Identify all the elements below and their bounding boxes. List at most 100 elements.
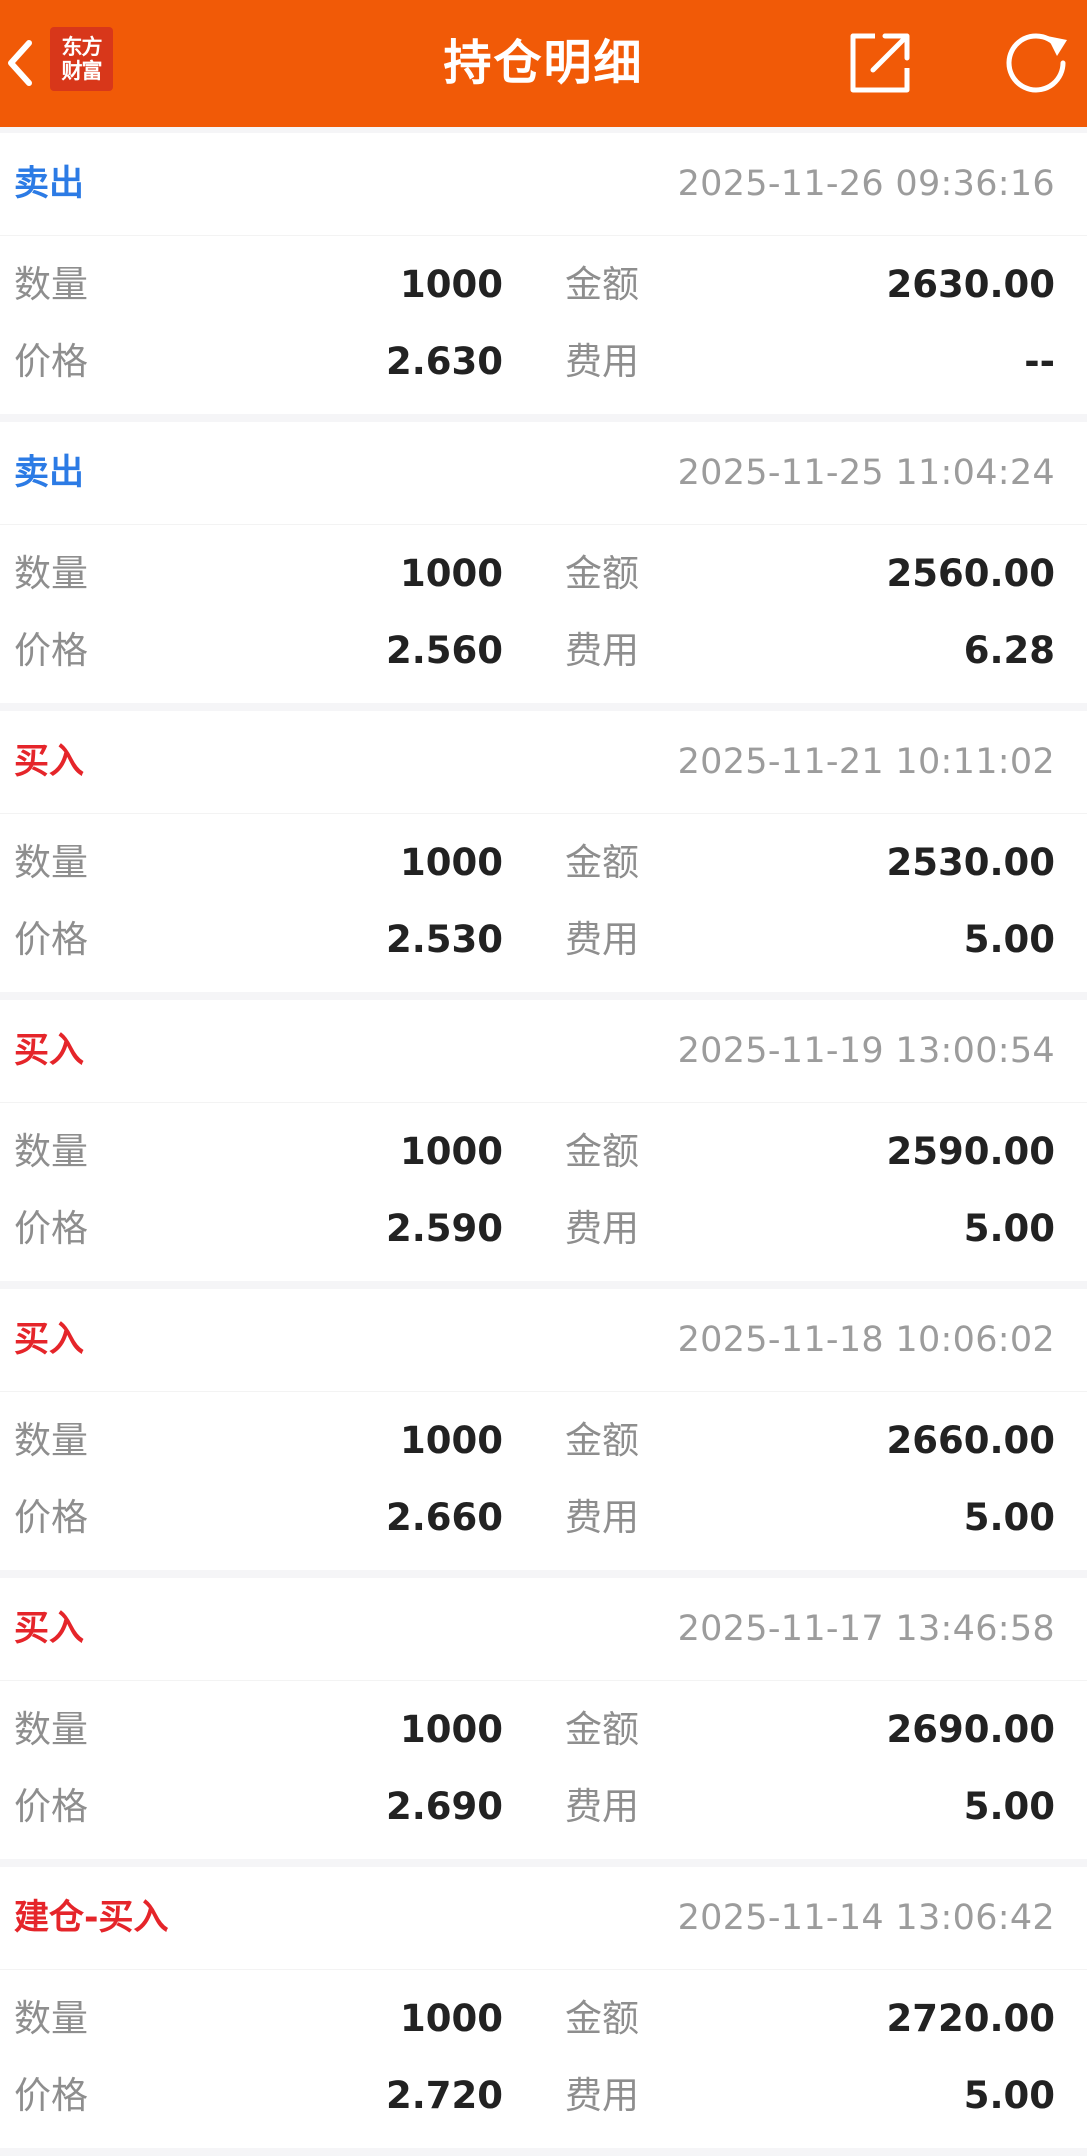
position-detail-list: 卖出 2025-11-26 09:36:16 数量 1000 金额 2630.0… <box>0 133 1087 2156</box>
record-row-price-fee: 价格 2.590 费用 5.00 <box>0 1191 1087 1267</box>
trade-time: 2025-11-18 10:06:02 <box>677 1320 1055 1360</box>
quantity-label: 数量 <box>14 1130 88 1173</box>
record-row-price-fee: 价格 2.660 费用 5.00 <box>0 1480 1087 1556</box>
quantity-value: 1000 <box>400 841 503 884</box>
price-value: 2.530 <box>385 918 503 961</box>
price-value: 2.720 <box>385 2074 503 2117</box>
trade-type: 买入 <box>14 1320 85 1360</box>
trade-time: 2025-11-19 13:00:54 <box>677 1031 1055 1071</box>
record-header: 买入 2025-11-19 13:00:54 <box>0 1000 1087 1103</box>
quantity-value: 1000 <box>400 1997 503 2040</box>
share-icon <box>850 33 910 93</box>
fee-value: 5.00 <box>963 918 1055 961</box>
record-header: 买入 2025-11-18 10:06:02 <box>0 1289 1087 1392</box>
fee-value: 6.28 <box>963 629 1055 672</box>
trade-time: 2025-11-17 13:46:58 <box>677 1609 1055 1649</box>
trade-record[interactable]: 买入 2025-11-21 10:11:02 数量 1000 金额 2530.0… <box>0 711 1087 992</box>
price-value: 2.560 <box>385 629 503 672</box>
trade-type: 卖出 <box>14 453 85 493</box>
record-row-quantity-amount: 数量 1000 金额 2660.00 <box>0 1403 1087 1479</box>
amount-value: 2720.00 <box>886 1997 1055 2040</box>
trade-record[interactable]: 买入 2025-11-19 13:00:54 数量 1000 金额 2590.0… <box>0 1000 1087 1281</box>
fee-label: 费用 <box>565 918 639 961</box>
amount-value: 2660.00 <box>886 1419 1055 1462</box>
record-row-price-fee: 价格 2.630 费用 -- <box>0 324 1087 400</box>
price-label: 价格 <box>14 2074 88 2117</box>
amount-label: 金额 <box>565 1419 639 1462</box>
refresh-button[interactable] <box>995 28 1075 98</box>
amount-value: 2530.00 <box>886 841 1055 884</box>
fee-label: 费用 <box>565 629 639 672</box>
trade-time: 2025-11-25 11:04:24 <box>677 453 1055 493</box>
refresh-icon <box>1006 33 1067 93</box>
record-row-price-fee: 价格 2.560 费用 6.28 <box>0 613 1087 689</box>
top-bar: 东方 财富 持仓明细 <box>0 0 1087 127</box>
fee-value: -- <box>1024 340 1055 383</box>
price-label: 价格 <box>14 1207 88 1250</box>
record-row-quantity-amount: 数量 1000 金额 2630.00 <box>0 247 1087 323</box>
trade-time: 2025-11-14 13:06:42 <box>677 1898 1055 1938</box>
fee-value: 5.00 <box>963 1785 1055 1828</box>
trade-record[interactable]: 买入 2025-11-17 13:46:58 数量 1000 金额 2690.0… <box>0 1578 1087 1859</box>
quantity-value: 1000 <box>400 1130 503 1173</box>
record-row-quantity-amount: 数量 1000 金额 2720.00 <box>0 1981 1087 2057</box>
record-header: 买入 2025-11-17 13:46:58 <box>0 1578 1087 1681</box>
record-row-price-fee: 价格 2.690 费用 5.00 <box>0 1769 1087 1845</box>
price-label: 价格 <box>14 1496 88 1539</box>
quantity-label: 数量 <box>14 1419 88 1462</box>
record-row-price-fee: 价格 2.720 费用 5.00 <box>0 2058 1087 2134</box>
trade-record[interactable]: 卖出 2025-11-25 11:04:24 数量 1000 金额 2560.0… <box>0 422 1087 703</box>
quantity-label: 数量 <box>14 552 88 595</box>
amount-label: 金额 <box>565 1708 639 1751</box>
record-header: 买入 2025-11-21 10:11:02 <box>0 711 1087 814</box>
amount-label: 金额 <box>565 552 639 595</box>
quantity-value: 1000 <box>400 263 503 306</box>
price-value: 2.590 <box>385 1207 503 1250</box>
price-value: 2.660 <box>385 1496 503 1539</box>
trade-time: 2025-11-26 09:36:16 <box>677 164 1055 204</box>
price-value: 2.690 <box>385 1785 503 1828</box>
quantity-label: 数量 <box>14 263 88 306</box>
fee-value: 5.00 <box>963 1496 1055 1539</box>
quantity-label: 数量 <box>14 841 88 884</box>
trade-time: 2025-11-21 10:11:02 <box>677 742 1055 782</box>
trade-record[interactable]: 卖出 2025-11-26 09:36:16 数量 1000 金额 2630.0… <box>0 133 1087 414</box>
amount-label: 金额 <box>565 263 639 306</box>
record-row-price-fee: 价格 2.530 费用 5.00 <box>0 902 1087 978</box>
trade-record[interactable]: 建仓-买入 2025-11-14 13:06:42 数量 1000 金额 272… <box>0 1867 1087 2148</box>
record-header: 卖出 2025-11-26 09:36:16 <box>0 133 1087 236</box>
quantity-value: 1000 <box>400 552 503 595</box>
price-label: 价格 <box>14 918 88 961</box>
amount-label: 金额 <box>565 1997 639 2040</box>
fee-label: 费用 <box>565 1207 639 1250</box>
quantity-value: 1000 <box>400 1708 503 1751</box>
record-row-quantity-amount: 数量 1000 金额 2560.00 <box>0 536 1087 612</box>
quantity-label: 数量 <box>14 1997 88 2040</box>
price-label: 价格 <box>14 1785 88 1828</box>
trade-type: 建仓-买入 <box>14 1898 169 1938</box>
record-row-quantity-amount: 数量 1000 金额 2530.00 <box>0 825 1087 901</box>
share-button[interactable] <box>845 28 915 98</box>
trade-type: 卖出 <box>14 164 85 204</box>
amount-label: 金额 <box>565 841 639 884</box>
fee-label: 费用 <box>565 2074 639 2117</box>
price-value: 2.630 <box>385 340 503 383</box>
amount-value: 2560.00 <box>886 552 1055 595</box>
fee-label: 费用 <box>565 1785 639 1828</box>
fee-label: 费用 <box>565 1496 639 1539</box>
trade-type: 买入 <box>14 1609 85 1649</box>
amount-value: 2630.00 <box>886 263 1055 306</box>
record-row-quantity-amount: 数量 1000 金额 2690.00 <box>0 1692 1087 1768</box>
trade-record[interactable]: 买入 2025-11-18 10:06:02 数量 1000 金额 2660.0… <box>0 1289 1087 1570</box>
quantity-label: 数量 <box>14 1708 88 1751</box>
price-label: 价格 <box>14 340 88 383</box>
fee-label: 费用 <box>565 340 639 383</box>
record-header: 卖出 2025-11-25 11:04:24 <box>0 422 1087 525</box>
quantity-value: 1000 <box>400 1419 503 1462</box>
trade-type: 买入 <box>14 1031 85 1071</box>
fee-value: 5.00 <box>963 1207 1055 1250</box>
record-header: 建仓-买入 2025-11-14 13:06:42 <box>0 1867 1087 1970</box>
page-title: 持仓明细 <box>443 35 644 91</box>
amount-value: 2690.00 <box>886 1708 1055 1751</box>
price-label: 价格 <box>14 629 88 672</box>
